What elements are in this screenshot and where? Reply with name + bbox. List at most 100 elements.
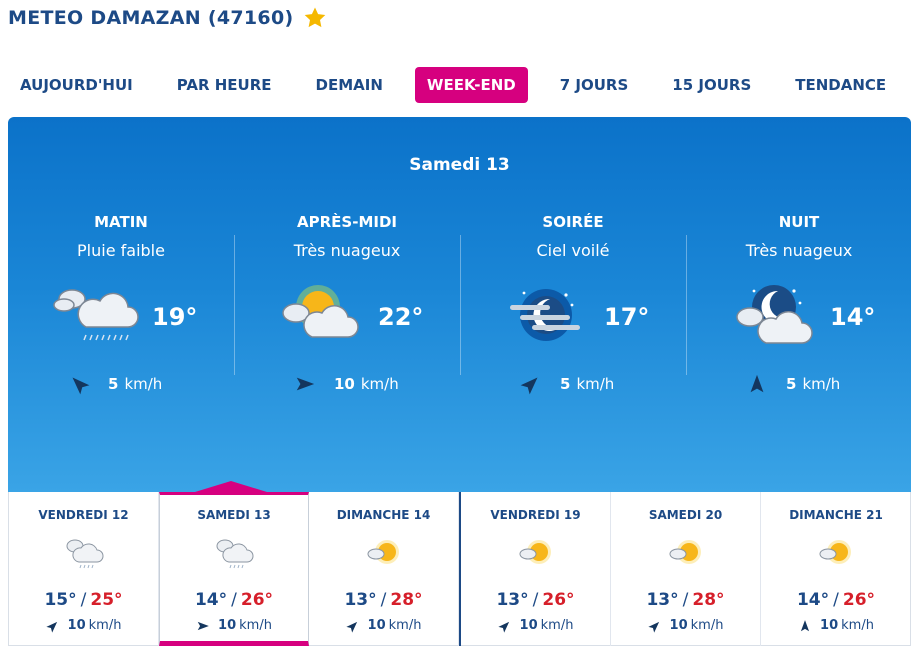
wind-unit: km/h xyxy=(690,618,724,633)
period-description: Très nuageux xyxy=(293,241,401,260)
tab-aujourdhui[interactable]: AUJOURD'HUI xyxy=(8,67,145,103)
day-label: VENDREDI 12 xyxy=(38,508,129,522)
tab-week-end[interactable]: WEEK-END xyxy=(414,67,528,103)
day-wind: 10 km/h xyxy=(761,618,911,633)
period-wind: 5 km/h xyxy=(520,373,614,395)
day-wind: 10 km/h xyxy=(461,618,610,633)
wind-speed: 10 xyxy=(367,618,386,633)
wind-direction-icon xyxy=(72,377,90,395)
day-label: DIMANCHE 21 xyxy=(789,508,883,522)
temperature-range: 13°/28° xyxy=(611,590,760,610)
wind-speed: 5 xyxy=(560,375,571,393)
day-label: VENDREDI 19 xyxy=(490,508,581,522)
min-temperature: 13° xyxy=(496,590,529,610)
day-card-vendredi-12[interactable]: VENDREDI 12 15°/25° 10 km/h xyxy=(9,492,159,646)
cloud-rain-icon xyxy=(216,539,254,569)
max-temperature: 26° xyxy=(542,590,575,610)
cloud-rain-icon xyxy=(66,539,103,569)
temperature-separator: / xyxy=(80,590,87,610)
min-temperature: 14° xyxy=(194,590,228,610)
wind-speed: 10 xyxy=(519,618,538,633)
min-temperature: 15° xyxy=(44,590,77,610)
temperature-separator: / xyxy=(833,590,839,610)
period-wind: 5 km/h xyxy=(746,373,840,395)
period-description: Ciel voilé xyxy=(536,241,610,260)
day-wind: 10 km/h xyxy=(611,618,760,633)
day-wind: 10 km/h xyxy=(160,618,308,633)
sun-cloud-icon xyxy=(282,285,359,338)
max-temperature: 28° xyxy=(692,590,725,610)
wind-unit: km/h xyxy=(841,618,874,633)
period-description: Très nuageux xyxy=(745,241,853,260)
wind-direction-icon xyxy=(647,621,659,633)
period-temperature: 19° xyxy=(152,303,198,331)
tab-demain[interactable]: DEMAIN xyxy=(304,67,395,103)
max-temperature: 26° xyxy=(240,590,274,610)
wind-speed: 5 xyxy=(786,375,797,393)
wind-unit: km/h xyxy=(540,618,574,633)
cloud-rain-icon xyxy=(53,289,139,341)
moon-cloud-icon xyxy=(736,285,813,344)
day-wind: 10 km/h xyxy=(9,618,158,633)
day-card-vendredi-19[interactable]: VENDREDI 19 13°/26° 10 km/h xyxy=(461,492,611,646)
wind-direction-icon xyxy=(800,619,810,631)
day-card-dimanche-21[interactable]: DIMANCHE 21 14°/26° 10 km/h xyxy=(761,492,911,646)
wind-direction-icon xyxy=(750,374,764,393)
wind-unit: km/h xyxy=(88,618,122,633)
wind-unit: km/h xyxy=(576,375,615,393)
week-separator xyxy=(459,492,461,646)
header: METEO DAMAZAN (47160) xyxy=(8,5,327,31)
temperature-range: 14°/26° xyxy=(761,590,911,610)
day-wind: 10 km/h xyxy=(309,618,458,633)
period-temperature: 17° xyxy=(604,303,650,331)
tab-tendance[interactable]: TENDANCE xyxy=(783,67,898,103)
day-label: SAMEDI 13 xyxy=(197,508,271,522)
temperature-range: 15°/25° xyxy=(9,590,158,610)
max-temperature: 28° xyxy=(390,590,423,610)
wind-direction-icon xyxy=(520,377,538,395)
min-temperature: 13° xyxy=(646,590,679,610)
temperature-separator: / xyxy=(532,590,539,610)
temperature-range: 13°/26° xyxy=(461,590,610,610)
wind-speed: 10 xyxy=(669,618,688,633)
max-temperature: 26° xyxy=(842,590,876,610)
sun-cloud-icon xyxy=(819,540,851,564)
moon-haze-icon xyxy=(510,289,580,341)
selected-day-caret xyxy=(195,481,267,492)
period-name: APRÈS-MIDI xyxy=(297,213,397,231)
temperature-range: 14°/26° xyxy=(160,590,308,610)
day-title: Samedi 13 xyxy=(409,155,510,175)
period-temperature: 14° xyxy=(830,303,876,331)
wind-speed: 10 xyxy=(67,618,86,633)
wind-speed: 10 xyxy=(218,618,237,633)
period-soiree: SOIRÉE Ciel voilé 17° 5 km/h xyxy=(460,213,686,408)
wind-unit: km/h xyxy=(802,375,841,393)
day-card-samedi-20[interactable]: SAMEDI 20 13°/28° 10 km/h xyxy=(611,492,761,646)
wind-speed: 10 xyxy=(334,375,355,393)
day-card-dimanche-14[interactable]: DIMANCHE 14 13°/28° 10 km/h xyxy=(309,492,459,646)
temperature-separator: / xyxy=(682,590,689,610)
max-temperature: 25° xyxy=(90,590,123,610)
tab-15-jours[interactable]: 15 JOURS xyxy=(660,67,763,103)
temperature-range: 13°/28° xyxy=(309,590,458,610)
wind-speed: 5 xyxy=(108,375,119,393)
day-card-samedi-13[interactable]: SAMEDI 13 14°/26° 10 km/h xyxy=(159,492,309,646)
wind-unit: km/h xyxy=(239,618,272,633)
wind-unit: km/h xyxy=(388,618,422,633)
day-forecast-panel: Samedi 13 MATIN Pluie faible 19° 5 km/h … xyxy=(8,117,911,493)
period-matin: MATIN Pluie faible 19° 5 km/h xyxy=(8,213,234,408)
page-title: METEO DAMAZAN (47160) xyxy=(8,7,294,29)
wind-direction-icon xyxy=(45,621,57,633)
day-label: SAMEDI 20 xyxy=(648,508,723,522)
temperature-separator: / xyxy=(380,590,387,610)
period-name: NUIT xyxy=(778,213,820,231)
period-description: Pluie faible xyxy=(77,241,165,260)
wind-unit: km/h xyxy=(124,375,163,393)
tab-7-jours[interactable]: 7 JOURS xyxy=(548,67,641,103)
period-wind: 5 km/h xyxy=(68,373,162,395)
wind-direction-icon xyxy=(296,377,315,391)
period-name: SOIRÉE xyxy=(542,213,604,231)
min-temperature: 13° xyxy=(344,590,377,610)
tab-par-heure[interactable]: PAR HEURE xyxy=(165,67,284,103)
star-icon[interactable] xyxy=(303,6,327,30)
